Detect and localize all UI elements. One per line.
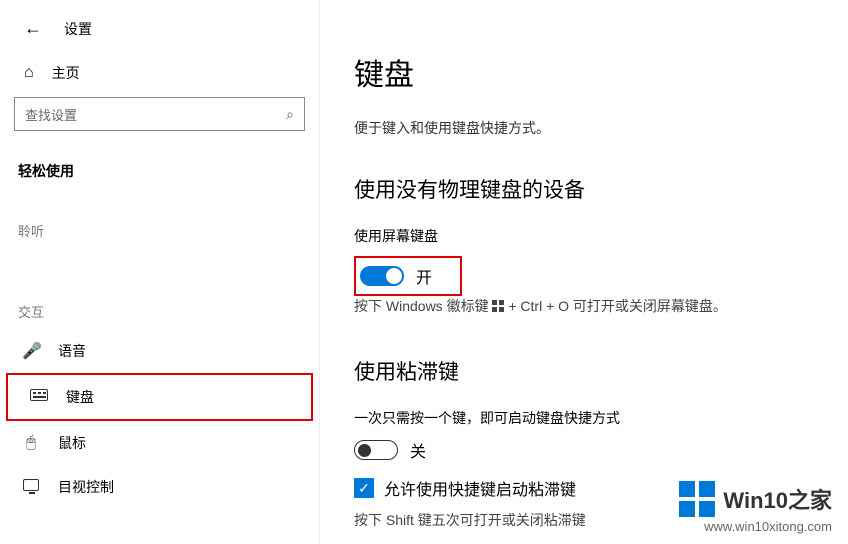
sticky-label: 一次只需按一个键，即可启动键盘快捷方式 [354, 408, 848, 428]
search-placeholder: 查找设置 [25, 105, 77, 124]
watermark-logo-icon [679, 481, 715, 517]
mic-icon: 🎤 [22, 341, 40, 361]
page-title: 键盘 [354, 50, 848, 94]
home-label: 主页 [52, 63, 80, 83]
section-heading-sticky: 使用粘滞键 [354, 356, 848, 386]
keyboard-icon [30, 388, 48, 406]
osk-label: 使用屏幕键盘 [354, 226, 848, 246]
osk-toggle[interactable] [360, 266, 404, 286]
section-interaction: 交互 [0, 248, 319, 329]
mouse-icon: 🖱 [22, 434, 40, 452]
search-icon: ⌕ [286, 106, 294, 123]
home-button[interactable]: ⌂ 主页 [0, 53, 319, 97]
back-icon[interactable]: ← [24, 18, 42, 39]
sidebar-item-label: 鼠标 [58, 433, 86, 453]
sticky-shortcut-label: 允许使用快捷键启动粘滞键 [384, 476, 576, 500]
watermark-url: www.win10xitong.com [679, 519, 832, 534]
main-content: 键盘 便于键入和使用键盘快捷方式。 使用没有物理键盘的设备 使用屏幕键盘 开 按… [320, 0, 848, 544]
sticky-toggle-state: 关 [410, 438, 426, 462]
page-subtitle: 便于键入和使用键盘快捷方式。 [354, 118, 848, 138]
sticky-shortcut-checkbox[interactable]: ✓ [354, 478, 374, 498]
search-input[interactable]: 查找设置 ⌕ [14, 97, 305, 131]
app-title: 设置 [64, 19, 92, 39]
section-heading-osk: 使用没有物理键盘的设备 [354, 174, 848, 204]
osk-hint: 按下 Windows 徽标键 + Ctrl + O 可打开或关闭屏幕键盘。 [354, 296, 848, 316]
sidebar-item-eye-control[interactable]: 目视控制 [0, 465, 319, 509]
sidebar: ← 设置 ⌂ 主页 查找设置 ⌕ 轻松使用 聆听 交互 🎤 语音 键盘 🖱 鼠标 [0, 0, 320, 544]
sidebar-item-label: 语音 [58, 341, 86, 361]
watermark-brand: Win10之家 [723, 483, 832, 515]
sidebar-item-label: 键盘 [66, 387, 94, 407]
osk-toggle-state: 开 [416, 264, 432, 288]
section-ease-of-access: 轻松使用 [0, 143, 319, 187]
sidebar-item-voice[interactable]: 🎤 语音 [0, 329, 319, 373]
sidebar-item-mouse[interactable]: 🖱 鼠标 [0, 421, 319, 465]
sticky-toggle[interactable] [354, 440, 398, 460]
sidebar-item-keyboard[interactable]: 键盘 [6, 373, 313, 421]
osk-toggle-highlight: 开 [354, 256, 462, 296]
monitor-icon [22, 478, 40, 496]
watermark: Win10之家 www.win10xitong.com [679, 481, 832, 534]
windows-logo-icon [492, 300, 504, 312]
section-hearing: 聆听 [0, 187, 319, 248]
home-icon: ⌂ [24, 64, 34, 82]
sidebar-item-label: 目视控制 [58, 477, 114, 497]
